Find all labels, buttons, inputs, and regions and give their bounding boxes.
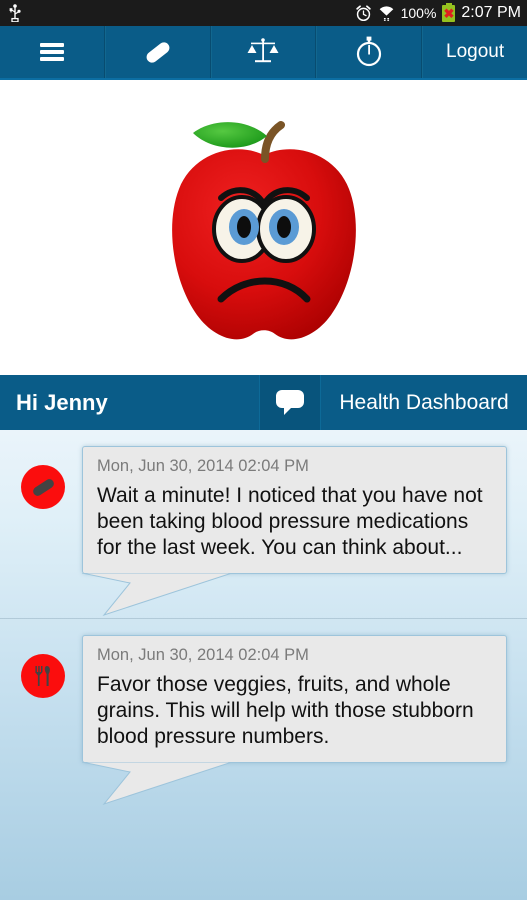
balance-scale-icon [247, 38, 279, 63]
toolbar-item-weight[interactable] [210, 26, 317, 78]
message-timestamp: Mon, Jun 30, 2014 02:04 PM [97, 646, 309, 664]
avatar [21, 654, 65, 698]
stopwatch-icon [357, 36, 382, 67]
health-dashboard-label: Health Dashboard [339, 390, 509, 414]
greeting-label: Hi Jenny [16, 389, 108, 415]
usb-icon [9, 4, 21, 22]
message-text: Wait a minute! I noticed that you have n… [97, 484, 483, 559]
toolbar-item-medications[interactable] [104, 26, 211, 78]
status-bar-left [8, 4, 22, 22]
toolbar-item-logout[interactable]: Logout [422, 26, 527, 78]
pill-icon [30, 476, 56, 498]
chat-bubble-icon [276, 390, 304, 415]
message-bubble[interactable]: Mon, Jun 30, 2014 02:04 PM Wait a minute… [82, 446, 507, 574]
health-dashboard-button[interactable]: Health Dashboard [321, 375, 527, 430]
battery-error-icon: ✖ [442, 2, 456, 22]
greeting-bar: Hi Jenny Health Dashboard [0, 375, 527, 430]
message-timestamp: Mon, Jun 30, 2014 02:04 PM [97, 457, 309, 475]
hamburger-menu-icon [39, 43, 64, 61]
clock-label: 2:07 PM [461, 4, 521, 21]
main-toolbar: Logout [0, 26, 527, 80]
bubble-tail [82, 762, 507, 807]
sad-apple-illustration [171, 120, 356, 339]
status-bar-right: 100% ✖ 2:07 PM [355, 2, 521, 22]
logout-label: Logout [446, 41, 505, 62]
toolbar-item-activity[interactable] [316, 26, 423, 78]
alarm-clock-icon [355, 4, 371, 21]
hero-panel [0, 80, 527, 375]
wifi-icon [379, 5, 393, 21]
list-item[interactable]: Mon, Jun 30, 2014 02:04 PM Favor those v… [0, 619, 527, 807]
chat-button[interactable] [259, 375, 321, 430]
battery-percent-label: 100% [400, 5, 437, 21]
bubble-tail [82, 573, 507, 618]
utensils-icon [35, 666, 50, 686]
pill-icon [144, 39, 172, 65]
avatar [21, 465, 65, 509]
message-feed[interactable]: Mon, Jun 30, 2014 02:04 PM Wait a minute… [0, 430, 527, 900]
message-bubble[interactable]: Mon, Jun 30, 2014 02:04 PM Favor those v… [82, 635, 507, 763]
message-bubble-wrap: Mon, Jun 30, 2014 02:04 PM Favor those v… [82, 635, 517, 807]
toolbar-item-menu[interactable] [0, 26, 105, 78]
message-bubble-wrap: Mon, Jun 30, 2014 02:04 PM Wait a minute… [82, 446, 517, 618]
list-item[interactable]: Mon, Jun 30, 2014 02:04 PM Wait a minute… [0, 430, 527, 618]
status-bar: 100% ✖ 2:07 PM [0, 0, 527, 26]
message-text: Favor those veggies, fruits, and whole g… [97, 673, 474, 748]
